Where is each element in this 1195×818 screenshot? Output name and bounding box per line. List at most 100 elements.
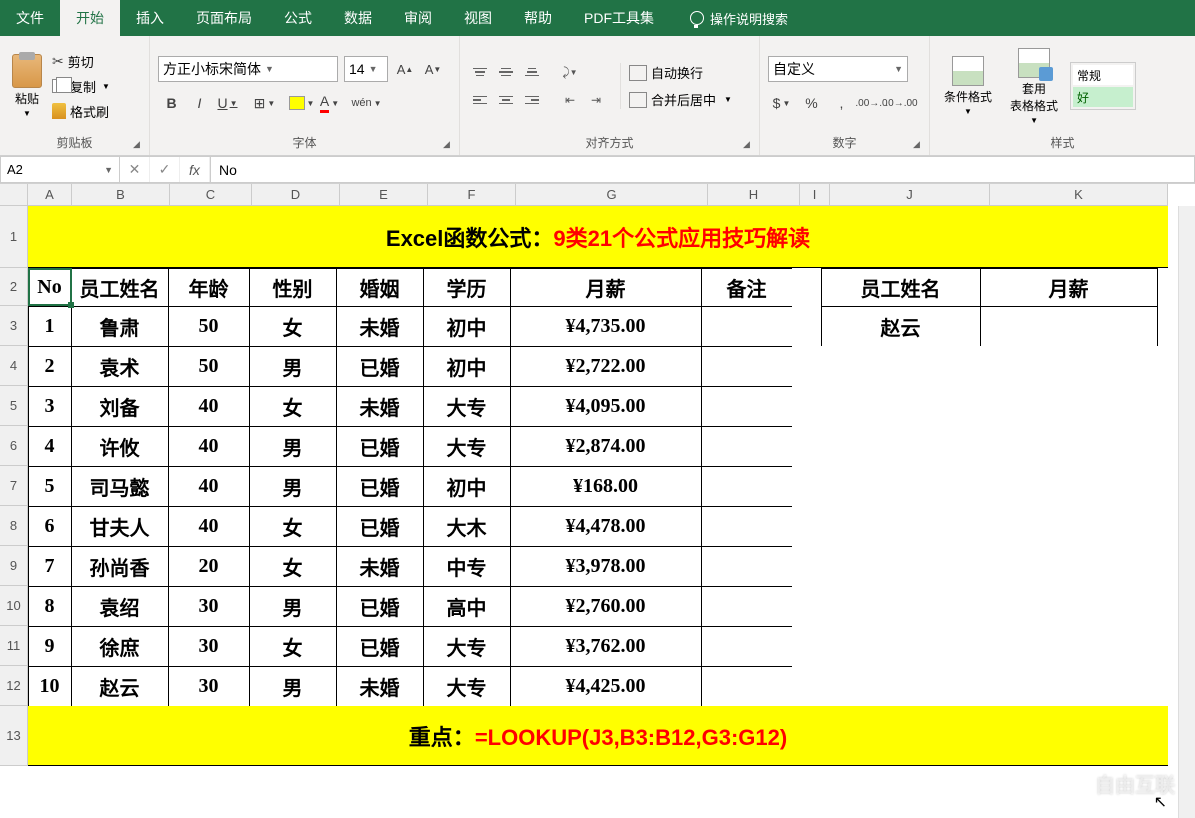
cell[interactable]: 男: [249, 586, 337, 627]
italic-button[interactable]: I: [186, 90, 214, 116]
align-left-button[interactable]: [468, 89, 492, 111]
tab-开始[interactable]: 开始: [60, 0, 120, 36]
increase-font-button[interactable]: A▲: [394, 58, 416, 80]
cell[interactable]: 司马懿: [71, 466, 169, 507]
cell[interactable]: 月薪: [980, 268, 1158, 307]
tell-me-search[interactable]: 操作说明搜索: [690, 0, 788, 36]
col-header-D[interactable]: D: [252, 184, 340, 206]
font-color-button[interactable]: A▼: [316, 90, 344, 116]
cell[interactable]: 8: [28, 586, 72, 627]
conditional-format-button[interactable]: 条件格式▼: [938, 54, 998, 118]
cell[interactable]: 未婚: [336, 386, 424, 427]
cell[interactable]: 许攸: [71, 426, 169, 467]
align-right-button[interactable]: [520, 89, 544, 111]
cell[interactable]: [792, 386, 822, 427]
cell[interactable]: 男: [249, 466, 337, 507]
col-header-F[interactable]: F: [428, 184, 516, 206]
cell[interactable]: ¥4,095.00: [510, 386, 702, 427]
cell[interactable]: [792, 346, 822, 387]
border-button[interactable]: ⊞▼: [251, 90, 279, 116]
col-header-G[interactable]: G: [516, 184, 708, 206]
cell[interactable]: 20: [168, 546, 250, 587]
cell[interactable]: 已婚: [336, 586, 424, 627]
bold-button[interactable]: B: [158, 90, 186, 116]
cell[interactable]: [821, 506, 981, 547]
cell[interactable]: [980, 626, 1158, 667]
cell[interactable]: 初中: [423, 306, 511, 347]
cell[interactable]: [980, 666, 1158, 707]
enter-button[interactable]: ✓: [150, 157, 180, 182]
cell[interactable]: 4: [28, 426, 72, 467]
select-all-corner[interactable]: [0, 184, 28, 206]
align-bottom-button[interactable]: [520, 61, 544, 83]
wrap-text-button[interactable]: 自动换行: [629, 63, 732, 82]
cell[interactable]: 50: [168, 346, 250, 387]
cell[interactable]: 女: [249, 506, 337, 547]
decrease-indent-button[interactable]: ⇤: [558, 89, 582, 111]
cell[interactable]: [701, 586, 793, 627]
cell[interactable]: 50: [168, 306, 250, 347]
cell[interactable]: [821, 346, 981, 387]
cell[interactable]: ¥2,722.00: [510, 346, 702, 387]
row-header-8[interactable]: 8: [0, 506, 28, 546]
cell[interactable]: ¥168.00: [510, 466, 702, 507]
cell[interactable]: 女: [249, 626, 337, 667]
cell[interactable]: [821, 426, 981, 467]
style-normal[interactable]: 常规: [1073, 65, 1133, 85]
footnote-cell[interactable]: 重点：=LOOKUP(J3,B3:B12,G3:G12): [28, 706, 1168, 766]
cell[interactable]: 6: [28, 506, 72, 547]
cell[interactable]: [980, 346, 1158, 387]
cell[interactable]: 1: [28, 306, 72, 347]
cell[interactable]: 初中: [423, 346, 511, 387]
row-header-4[interactable]: 4: [0, 346, 28, 386]
cell[interactable]: [980, 386, 1158, 427]
cell[interactable]: 30: [168, 586, 250, 627]
tab-插入[interactable]: 插入: [120, 0, 180, 36]
cell[interactable]: [701, 306, 793, 347]
cell[interactable]: [821, 586, 981, 627]
cell[interactable]: [792, 466, 822, 507]
row-header-7[interactable]: 7: [0, 466, 28, 506]
cell[interactable]: 未婚: [336, 306, 424, 347]
cell[interactable]: ¥3,978.00: [510, 546, 702, 587]
cell[interactable]: [821, 386, 981, 427]
cell[interactable]: 大专: [423, 386, 511, 427]
increase-indent-button[interactable]: ⇥: [584, 89, 608, 111]
cell[interactable]: [821, 546, 981, 587]
cell[interactable]: 大专: [423, 426, 511, 467]
vertical-scrollbar[interactable]: [1178, 206, 1195, 818]
align-center-button[interactable]: [494, 89, 518, 111]
row-header-3[interactable]: 3: [0, 306, 28, 346]
row-header-13[interactable]: 13: [0, 706, 28, 766]
currency-button[interactable]: $▼: [768, 90, 796, 116]
cell[interactable]: [792, 586, 822, 627]
cell[interactable]: 男: [249, 426, 337, 467]
tab-审阅[interactable]: 审阅: [388, 0, 448, 36]
percent-button[interactable]: %: [798, 90, 826, 116]
cell[interactable]: [701, 506, 793, 547]
row-header-10[interactable]: 10: [0, 586, 28, 626]
cell[interactable]: [792, 268, 822, 307]
decrease-decimal-button[interactable]: .0→.00: [888, 90, 916, 116]
cell[interactable]: 2: [28, 346, 72, 387]
cell[interactable]: [821, 626, 981, 667]
cell[interactable]: 备注: [701, 268, 793, 307]
cell[interactable]: 已婚: [336, 466, 424, 507]
format-painter-button[interactable]: 格式刷: [52, 102, 110, 121]
cell[interactable]: ¥2,874.00: [510, 426, 702, 467]
cell[interactable]: [980, 586, 1158, 627]
cell[interactable]: 已婚: [336, 346, 424, 387]
cell[interactable]: 大专: [423, 626, 511, 667]
row-header-2[interactable]: 2: [0, 268, 28, 306]
cell[interactable]: 7: [28, 546, 72, 587]
col-header-E[interactable]: E: [340, 184, 428, 206]
row-header-11[interactable]: 11: [0, 626, 28, 666]
cell[interactable]: 未婚: [336, 666, 424, 707]
tab-数据[interactable]: 数据: [328, 0, 388, 36]
cell[interactable]: 婚姻: [336, 268, 424, 307]
tab-页面布局[interactable]: 页面布局: [180, 0, 268, 36]
cell[interactable]: 大专: [423, 666, 511, 707]
cell[interactable]: [792, 306, 822, 347]
cell[interactable]: [701, 466, 793, 507]
cell[interactable]: [701, 386, 793, 427]
